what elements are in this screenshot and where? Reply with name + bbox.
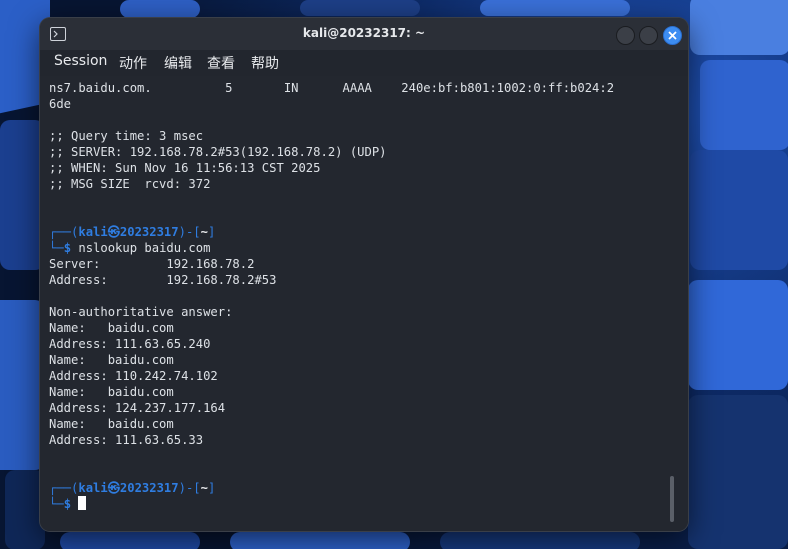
stat-line: ;; SERVER: 192.168.78.2#53(192.168.78.2)… xyxy=(49,145,387,159)
text-cursor xyxy=(78,496,87,510)
dns-answer-line: ns7.baidu.com. 5 IN AAAA 240e:bf:b801:10… xyxy=(49,81,615,95)
stat-line: ;; Query time: 3 msec xyxy=(49,129,204,143)
prompt-header: ┌──(kali㉿20232317)-[~] xyxy=(49,225,216,239)
dns-answer-wrap: 6de xyxy=(49,97,72,111)
output-line: Non-authoritative answer: xyxy=(49,305,233,319)
terminal-window: kali@20232317: ~ Session 动作 编辑 查看 帮助 ns7… xyxy=(40,18,688,531)
output-line: Address: 111.63.65.33 xyxy=(49,433,204,447)
scrollbar[interactable] xyxy=(670,476,674,522)
maximize-button[interactable] xyxy=(639,26,658,45)
output-line: Server: 192.168.78.2 xyxy=(49,257,255,271)
terminal-output[interactable]: ns7.baidu.com. 5 IN AAAA 240e:bf:b801:10… xyxy=(40,76,688,531)
stat-line: ;; MSG SIZE rcvd: 372 xyxy=(49,177,211,191)
output-line: Address: 111.63.65.240 xyxy=(49,337,211,351)
command-line: └─$ nslookup baidu.com xyxy=(49,241,211,255)
menu-view[interactable]: 查看 xyxy=(207,53,235,73)
close-icon xyxy=(668,31,677,40)
output-line: Address: 110.242.74.102 xyxy=(49,369,218,383)
stat-line: ;; WHEN: Sun Nov 16 11:56:13 CST 2025 xyxy=(49,161,321,175)
menu-help[interactable]: 帮助 xyxy=(251,53,279,73)
menu-session[interactable]: Session xyxy=(54,53,107,69)
output-line: Name: baidu.com xyxy=(49,385,174,399)
menu-bar: Session 动作 编辑 查看 帮助 xyxy=(40,50,688,76)
output-line: Name: baidu.com xyxy=(49,417,174,431)
output-line: Address: 124.237.177.164 xyxy=(49,401,226,415)
minimize-button[interactable] xyxy=(616,26,635,45)
output-line: Address: 192.168.78.2#53 xyxy=(49,273,277,287)
prompt-header: ┌──(kali㉿20232317)-[~] xyxy=(49,481,216,495)
menu-action[interactable]: 动作 xyxy=(119,53,147,73)
title-bar[interactable]: kali@20232317: ~ xyxy=(40,18,688,50)
menu-edit[interactable]: 编辑 xyxy=(164,53,192,73)
output-line: Name: baidu.com xyxy=(49,353,174,367)
window-title: kali@20232317: ~ xyxy=(302,26,426,40)
input-line[interactable]: └─$ xyxy=(49,496,87,512)
close-button[interactable] xyxy=(663,26,682,45)
output-line: Name: baidu.com xyxy=(49,321,174,335)
